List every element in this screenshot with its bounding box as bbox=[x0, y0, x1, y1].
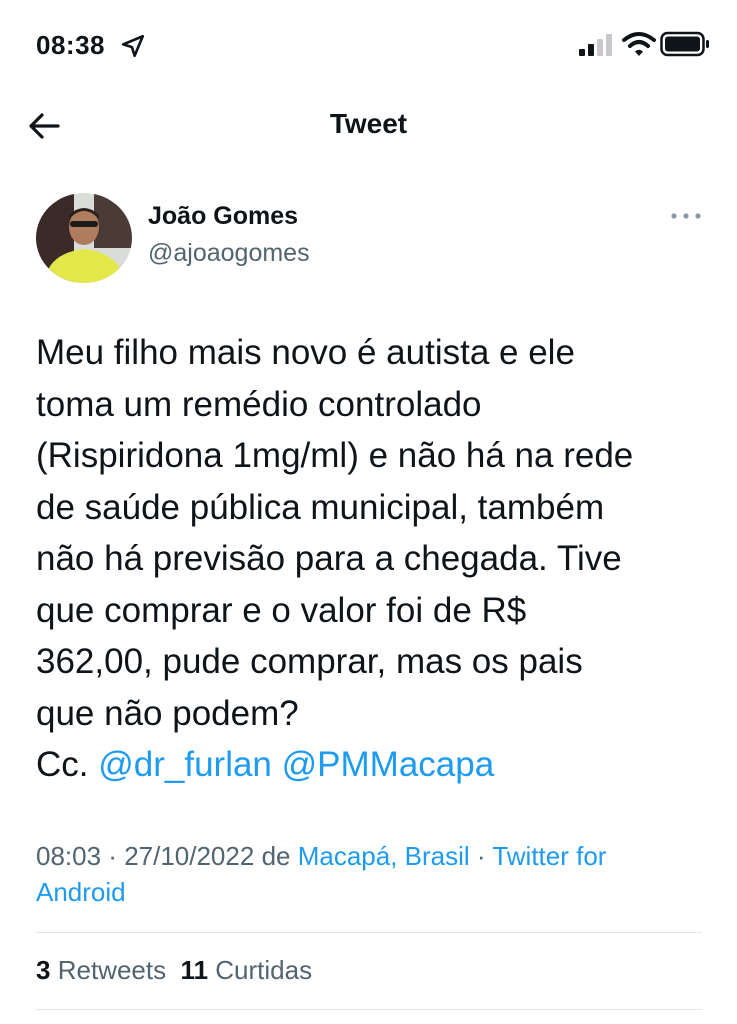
tweet-line: que não podem? bbox=[36, 693, 299, 733]
tweet-meta: 08:03 · 27/10/2022 de Macapá, Brasil · T… bbox=[36, 838, 716, 910]
location-link[interactable]: Macapá, Brasil bbox=[298, 841, 470, 871]
signal-icon bbox=[579, 34, 612, 56]
mention-link[interactable]: @PMMacapa bbox=[282, 745, 495, 784]
avatar[interactable] bbox=[36, 193, 132, 283]
tweet-line: toma um remédio controlado bbox=[36, 384, 482, 424]
tweet-cc-line: Cc. @dr_furlan @PMMacapa bbox=[36, 739, 716, 791]
source-link[interactable]: Twitter for bbox=[492, 841, 606, 871]
location-arrow-icon bbox=[121, 34, 145, 58]
divider bbox=[36, 932, 702, 933]
cc-prefix: Cc. bbox=[36, 745, 89, 784]
meta-line: Android bbox=[36, 874, 716, 910]
tweet-date: 27/10/2022 bbox=[124, 841, 255, 871]
tweet-line: Meu filho mais novo é autista e ele bbox=[36, 333, 575, 372]
tweet-line: 362,00, pude comprar, mas os pais bbox=[36, 642, 583, 681]
status-time: 08:38 bbox=[36, 30, 105, 60]
wifi-icon bbox=[622, 32, 656, 56]
source-link-continued[interactable]: Android bbox=[36, 877, 126, 907]
battery-icon bbox=[660, 31, 709, 57]
more-icon[interactable] bbox=[668, 204, 704, 228]
nav-bar: Tweet bbox=[0, 96, 737, 156]
tweet-line: que comprar e o valor foi de R$ bbox=[36, 590, 527, 630]
tweet-stats: 3 Retweets 11 Curtidas bbox=[36, 955, 312, 986]
status-bar: 08:38 bbox=[0, 0, 737, 90]
meta-line: 08:03 · 27/10/2022 de Macapá, Brasil · T… bbox=[36, 841, 607, 871]
back-arrow-icon[interactable] bbox=[24, 106, 64, 146]
retweets-count: 3 bbox=[36, 955, 51, 985]
tweet-line: (Rispiridona 1mg/ml) e não há na rede bbox=[36, 436, 634, 475]
author-handle[interactable]: @ajoaogomes bbox=[148, 239, 310, 268]
tweet-time: 08:03 bbox=[36, 841, 102, 871]
from-word: de bbox=[261, 841, 291, 871]
likes-stat[interactable]: 11 Curtidas bbox=[181, 955, 313, 985]
avatar-photo bbox=[36, 193, 132, 283]
tweet-line: de saúde pública municipal, também bbox=[36, 487, 605, 527]
retweets-label: Retweets bbox=[57, 955, 167, 985]
tweet-text: Meu filho mais novo é autista e ele toma… bbox=[36, 327, 716, 791]
tweet-line: não há previsão para a chegada. Tive bbox=[36, 539, 622, 578]
retweets-stat[interactable]: 3 Retweets bbox=[36, 955, 166, 985]
likes-label: Curtidas bbox=[215, 955, 313, 985]
page-title: Tweet bbox=[329, 108, 408, 139]
mention-link[interactable]: @dr_furlan bbox=[98, 745, 272, 784]
divider bbox=[36, 1009, 702, 1010]
author-name[interactable]: João Gomes bbox=[148, 202, 298, 231]
likes-count: 11 bbox=[180, 955, 209, 985]
